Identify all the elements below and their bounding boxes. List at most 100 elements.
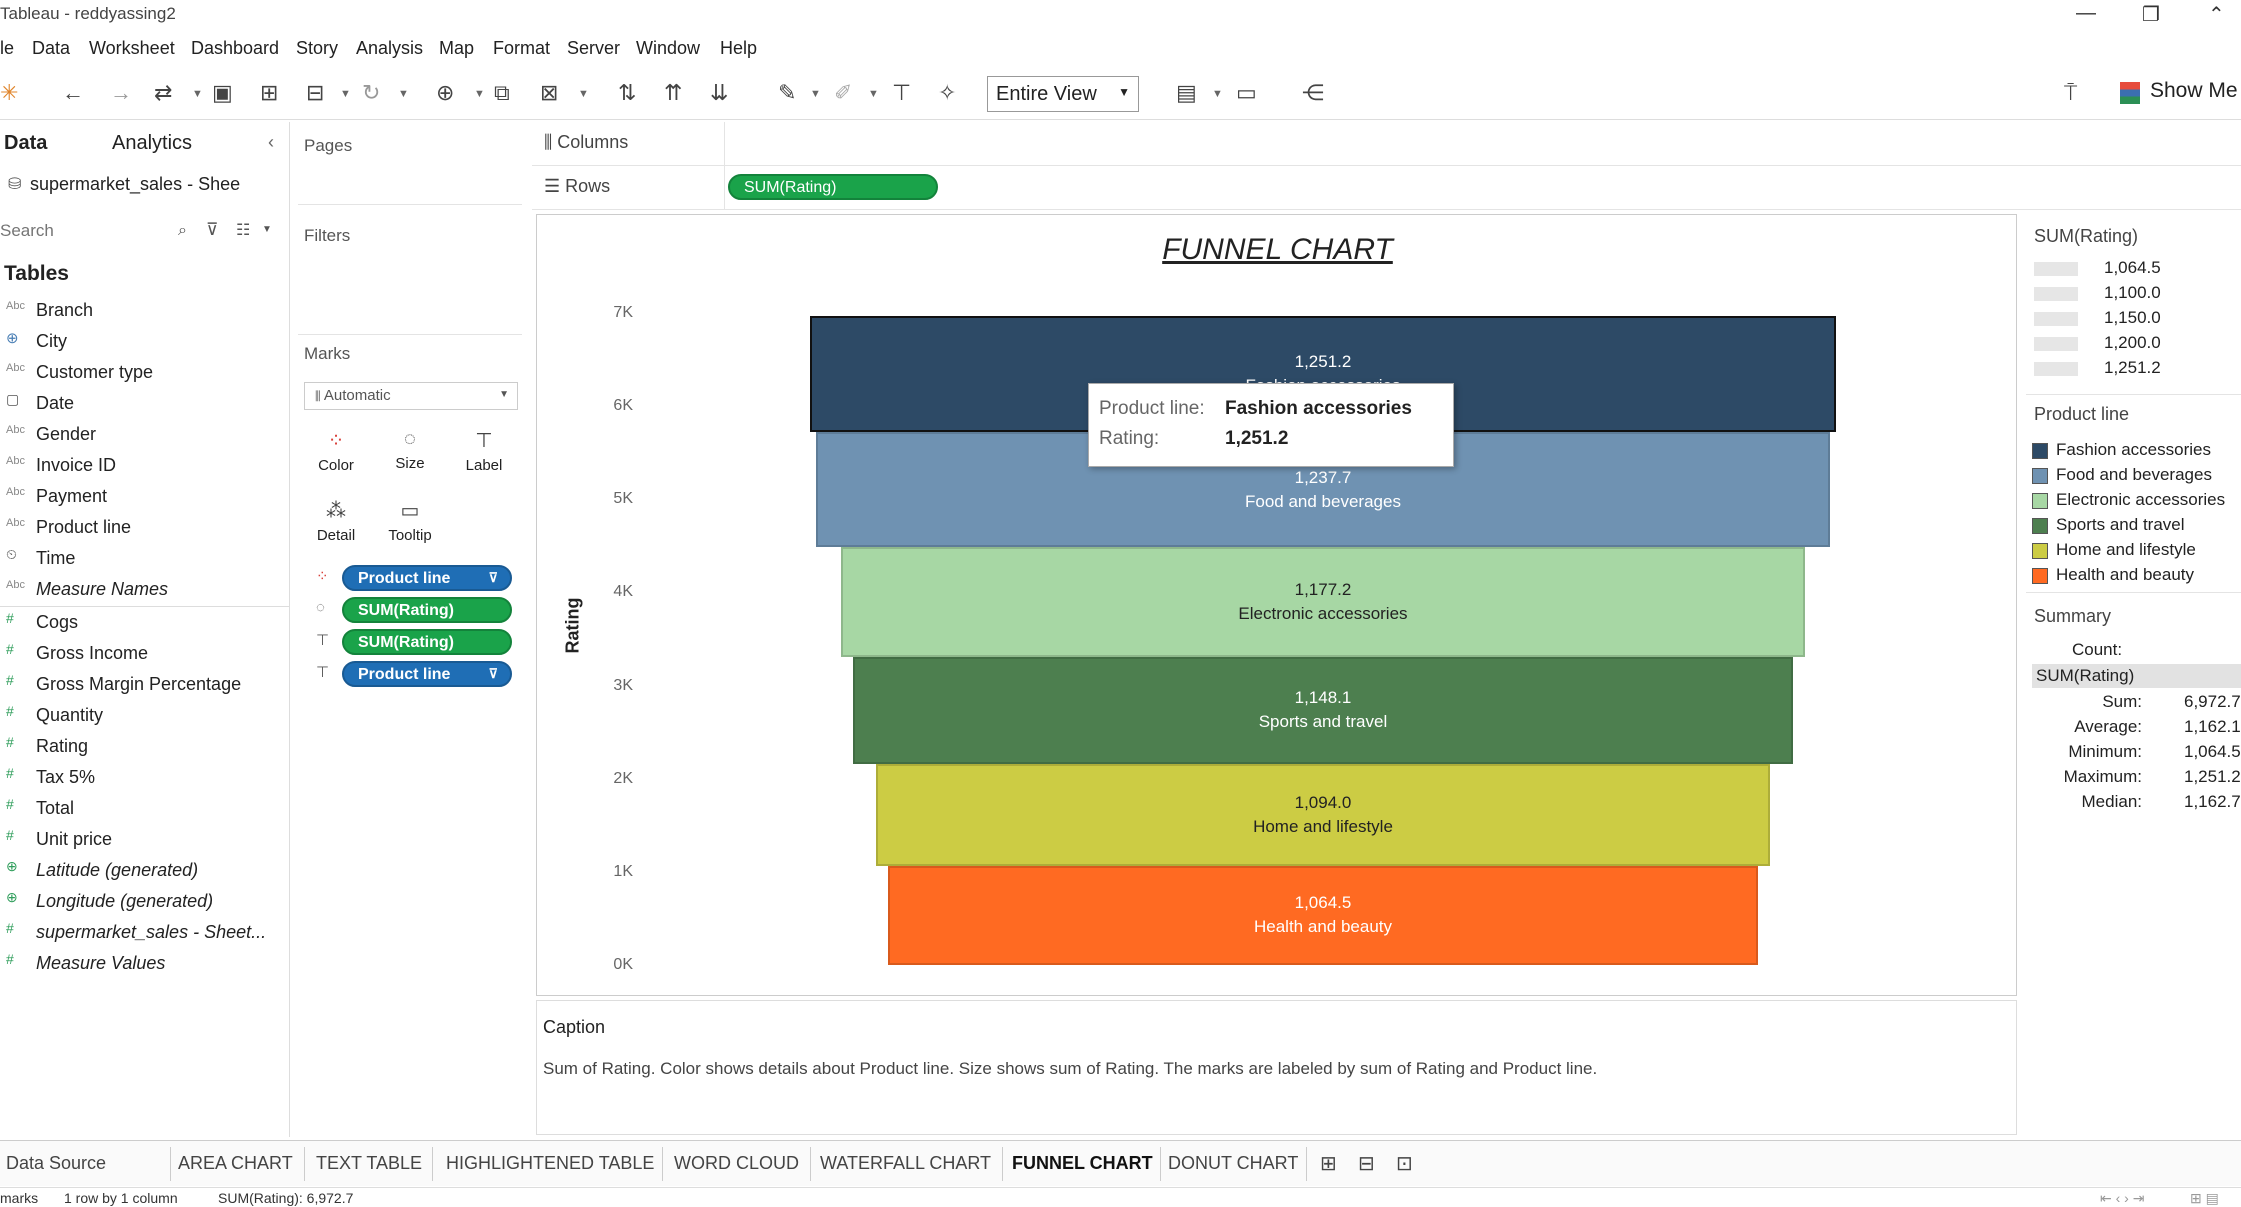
menu-story[interactable]: Story bbox=[296, 38, 338, 59]
tab-analytics[interactable]: Analytics bbox=[112, 132, 192, 155]
view-options-icon[interactable]: ☷ bbox=[236, 220, 250, 240]
menu-analysis[interactable]: Analysis bbox=[356, 38, 423, 59]
tab-area-chart[interactable]: AREA CHART bbox=[178, 1153, 293, 1174]
tab-data-source[interactable]: Data Source bbox=[6, 1153, 106, 1174]
sheet-nav-icons[interactable]: ⇤ ‹ › ⇥ bbox=[2100, 1190, 2144, 1207]
funnel-bar[interactable]: 1,094.0 Home and lifestyle bbox=[875, 763, 1771, 866]
tab-donut-chart[interactable]: DONUT CHART bbox=[1168, 1153, 1298, 1174]
pause-updates-icon[interactable]: ⊟ bbox=[306, 80, 324, 106]
pin-icon[interactable]: ⍑ bbox=[2064, 80, 2077, 106]
new-worksheet-icon[interactable]: ⊞ bbox=[1320, 1151, 1337, 1176]
pill-sum-rating-size[interactable]: SUM(Rating) bbox=[342, 597, 512, 623]
menu-window[interactable]: Window bbox=[636, 38, 700, 59]
pill-product-line-label[interactable]: Product line ⊽ bbox=[342, 661, 512, 687]
field-gross-income[interactable]: # Gross Income bbox=[0, 639, 290, 669]
sort-descending-icon[interactable]: ⇊ bbox=[710, 80, 728, 106]
refresh-dropdown-icon[interactable]: ▼ bbox=[398, 88, 409, 100]
field-date[interactable]: ▢ Date bbox=[0, 389, 290, 419]
view-options-dropdown-icon[interactable]: ▼ bbox=[262, 224, 272, 235]
redo-icon[interactable]: → bbox=[110, 80, 132, 106]
new-worksheet-icon[interactable]: ⊕ bbox=[436, 80, 454, 106]
tab-highlightened-table[interactable]: HIGHLIGHTENED TABLE bbox=[446, 1153, 654, 1174]
clear-dropdown-icon[interactable]: ▼ bbox=[578, 88, 589, 100]
fix-axes-icon[interactable]: ✧ bbox=[938, 80, 956, 106]
pill-product-line-color[interactable]: Product line ⊽ bbox=[342, 565, 512, 591]
field-quantity[interactable]: # Quantity bbox=[0, 701, 290, 731]
field-product-line[interactable]: Abc Product line bbox=[0, 513, 290, 543]
clear-sheet-icon[interactable]: ⊠ bbox=[540, 80, 558, 106]
search-icon[interactable]: ⌕ bbox=[178, 222, 187, 240]
field-city[interactable]: ⊕ City bbox=[0, 327, 290, 357]
menu-format[interactable]: Format bbox=[493, 38, 550, 59]
refresh-icon[interactable]: ↻ bbox=[362, 80, 380, 106]
menu-map[interactable]: Map bbox=[439, 38, 474, 59]
mark-type-select[interactable]: ⫼ Automatic ▼ bbox=[304, 382, 518, 410]
group-dropdown-icon[interactable]: ▼ bbox=[868, 88, 879, 100]
menu-worksheet[interactable]: Worksheet bbox=[89, 38, 175, 59]
swap-rows-columns-icon[interactable]: ⇅ bbox=[618, 80, 636, 106]
new-sheet-dropdown-icon[interactable]: ▼ bbox=[474, 88, 485, 100]
share-icon[interactable]: ⋲ bbox=[1302, 80, 1324, 106]
menu-data[interactable]: Data bbox=[32, 38, 70, 59]
pill-rows-sum-rating[interactable]: SUM(Rating) bbox=[728, 174, 938, 200]
color-button[interactable]: ⁘ Color bbox=[306, 428, 366, 474]
field-longitude[interactable]: ⊕ Longitude (generated) bbox=[0, 887, 290, 917]
funnel-bar[interactable]: 1,177.2 Electronic accessories bbox=[840, 547, 1806, 657]
tab-word-cloud[interactable]: WORD CLOUD bbox=[674, 1153, 799, 1174]
show-me-button[interactable]: Show Me bbox=[2150, 79, 2238, 103]
field-payment[interactable]: Abc Payment bbox=[0, 482, 290, 512]
field-gross-margin-percentage[interactable]: # Gross Margin Percentage bbox=[0, 670, 290, 700]
tooltip-button[interactable]: ▭ Tooltip bbox=[380, 498, 440, 544]
replay-dropdown-icon[interactable]: ▼ bbox=[192, 88, 203, 100]
field-measure-values[interactable]: # Measure Values bbox=[0, 949, 290, 979]
undo-icon[interactable]: ← bbox=[62, 80, 84, 106]
restore-icon[interactable]: ❐ bbox=[2142, 2, 2160, 27]
tab-data[interactable]: Data bbox=[4, 132, 47, 155]
field-cogs[interactable]: # Cogs bbox=[0, 608, 290, 638]
show-me-icon[interactable] bbox=[2120, 82, 2140, 104]
field-branch[interactable]: Abc Branch bbox=[0, 296, 290, 326]
tableau-logo-icon[interactable]: ✳ bbox=[0, 80, 18, 106]
funnel-bar[interactable]: 1,148.1 Sports and travel bbox=[853, 657, 1793, 764]
sheet-sorter-icon[interactable]: ⊞ ▤ bbox=[2190, 1190, 2219, 1207]
group-members-icon[interactable]: ✐ bbox=[834, 80, 852, 106]
new-dashboard-icon[interactable]: ⊟ bbox=[1358, 1151, 1375, 1176]
new-datasource-icon[interactable]: ⊞ bbox=[260, 80, 278, 106]
field-invoice-id[interactable]: Abc Invoice ID bbox=[0, 451, 290, 481]
duplicate-sheet-icon[interactable]: ⧉ bbox=[494, 80, 510, 106]
highlight-icon[interactable]: ✎ bbox=[778, 80, 796, 106]
menu-help[interactable]: Help bbox=[720, 38, 757, 59]
datasource-name[interactable]: supermarket_sales - Shee bbox=[30, 174, 240, 195]
tab-text-table[interactable]: TEXT TABLE bbox=[316, 1153, 422, 1174]
menu-file[interactable]: le bbox=[0, 38, 14, 59]
field-latitude[interactable]: ⊕ Latitude (generated) bbox=[0, 856, 290, 886]
field-gender[interactable]: Abc Gender bbox=[0, 420, 290, 450]
datasource-dropdown-icon[interactable]: ▼ bbox=[340, 88, 351, 100]
detail-button[interactable]: ⁂ Detail bbox=[306, 498, 366, 544]
field-customer-type[interactable]: Abc Customer type bbox=[0, 358, 290, 388]
field-search-input[interactable] bbox=[0, 218, 170, 244]
label-button[interactable]: ⊤ Label bbox=[454, 428, 514, 474]
field-measure-names[interactable]: Abc Measure Names bbox=[0, 575, 290, 605]
new-story-icon[interactable]: ⊡ bbox=[1396, 1151, 1413, 1176]
menu-dashboard[interactable]: Dashboard bbox=[191, 38, 279, 59]
filter-icon[interactable]: ⊽ bbox=[206, 220, 218, 240]
minimize-icon[interactable]: — bbox=[2076, 2, 2096, 25]
field-rating[interactable]: # Rating bbox=[0, 732, 290, 762]
presentation-mode-icon[interactable]: ▭ bbox=[1236, 80, 1257, 106]
highlight-dropdown-icon[interactable]: ▼ bbox=[810, 88, 821, 100]
close-icon[interactable]: ⌃ bbox=[2208, 2, 2225, 27]
field-total[interactable]: # Total bbox=[0, 794, 290, 824]
collapse-pane-icon[interactable]: ‹ bbox=[268, 132, 274, 153]
sort-ascending-icon[interactable]: ⇈ bbox=[664, 80, 682, 106]
show-cards-icon[interactable]: ▤ bbox=[1176, 80, 1197, 106]
show-mark-labels-icon[interactable]: ⊤ bbox=[892, 80, 911, 106]
size-button[interactable]: ◌ Size bbox=[380, 428, 440, 472]
pill-sum-rating-label[interactable]: SUM(Rating) bbox=[342, 629, 512, 655]
menu-server[interactable]: Server bbox=[567, 38, 620, 59]
cards-dropdown-icon[interactable]: ▼ bbox=[1212, 88, 1223, 100]
field-sheet-count[interactable]: # supermarket_sales - Sheet... bbox=[0, 918, 290, 948]
replay-icon[interactable]: ⇄ bbox=[154, 80, 172, 106]
tab-funnel-chart[interactable]: FUNNEL CHART bbox=[1012, 1153, 1153, 1174]
columns-shelf[interactable]: ⫼ Columns bbox=[532, 122, 2241, 166]
